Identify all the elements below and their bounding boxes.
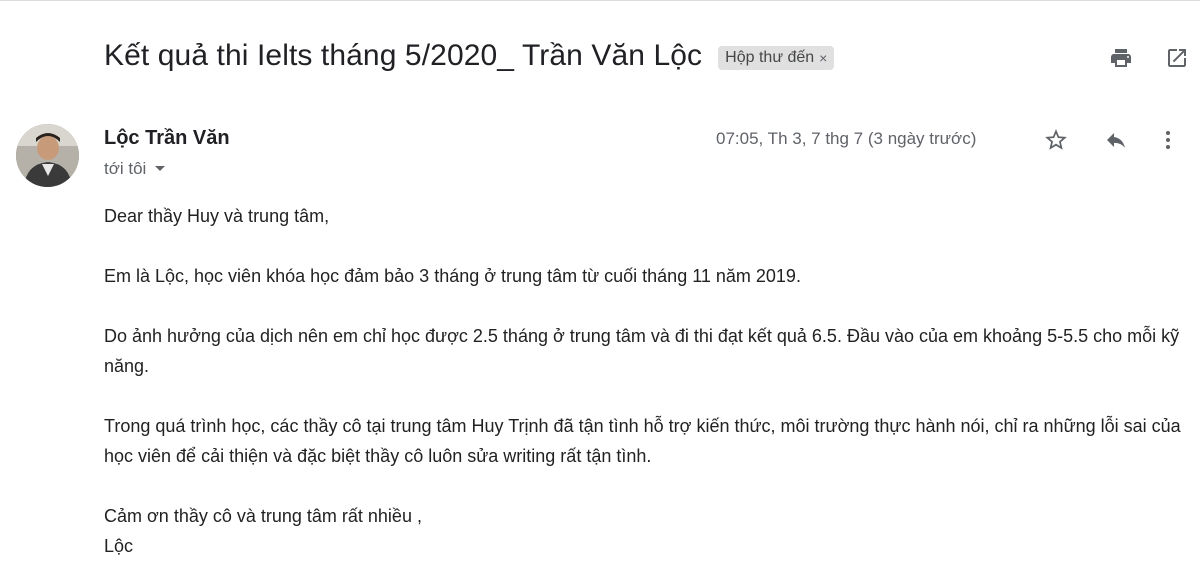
body-closing: Cảm ơn thầy cô và trung tâm rất nhiều , xyxy=(104,506,422,526)
sender-name[interactable]: Lộc Trần Văn xyxy=(104,127,230,150)
inbox-label-text: Hộp thư đến xyxy=(725,49,815,66)
email-body: Dear thầy Huy và trung tâm, Em là Lộc, h… xyxy=(104,201,1184,561)
open-in-new-window-icon xyxy=(1168,49,1186,67)
reply-icon xyxy=(1107,133,1125,148)
email-timestamp: 07:05, Th 3, 7 thg 7 (3 ngày trước) xyxy=(716,129,977,148)
subject-row: Kết quả thi Ielts tháng 5/2020_ Trần Văn… xyxy=(104,39,835,73)
body-paragraph-2: Do ảnh hưởng của dịch nên em chỉ học đượ… xyxy=(104,326,1180,376)
more-options-button[interactable] xyxy=(1152,125,1184,155)
star-button[interactable] xyxy=(1040,125,1072,155)
remove-label-icon[interactable]: × xyxy=(819,50,827,66)
star-icon xyxy=(1045,129,1067,150)
avatar-photo xyxy=(16,124,79,187)
more-vertical-icon xyxy=(1166,131,1170,149)
body-signature: Lộc xyxy=(104,536,134,556)
sender-avatar[interactable] xyxy=(16,124,79,187)
reply-button[interactable] xyxy=(1100,125,1132,155)
message-actions xyxy=(1040,125,1184,155)
thread-actions xyxy=(1108,45,1190,71)
email-view: Kết quả thi Ielts tháng 5/2020_ Trần Văn… xyxy=(0,0,1200,586)
inbox-label-chip[interactable]: Hộp thư đến × xyxy=(718,46,835,70)
email-subject: Kết quả thi Ielts tháng 5/2020_ Trần Văn… xyxy=(104,39,703,72)
body-greeting: Dear thầy Huy và trung tâm, xyxy=(104,206,330,226)
body-paragraph-3: Trong quá trình học, các thầy cô tại tru… xyxy=(104,416,1181,466)
caret-down-icon xyxy=(155,166,166,171)
body-paragraph-1: Em là Lộc, học viên khóa học đảm bảo 3 t… xyxy=(104,266,801,286)
print-icon xyxy=(1111,49,1131,67)
recipient-text: tới tôi xyxy=(104,159,147,178)
open-in-new-window-button[interactable] xyxy=(1164,45,1190,71)
recipient-details[interactable]: tới tôi xyxy=(104,159,166,179)
print-all-button[interactable] xyxy=(1108,45,1134,71)
